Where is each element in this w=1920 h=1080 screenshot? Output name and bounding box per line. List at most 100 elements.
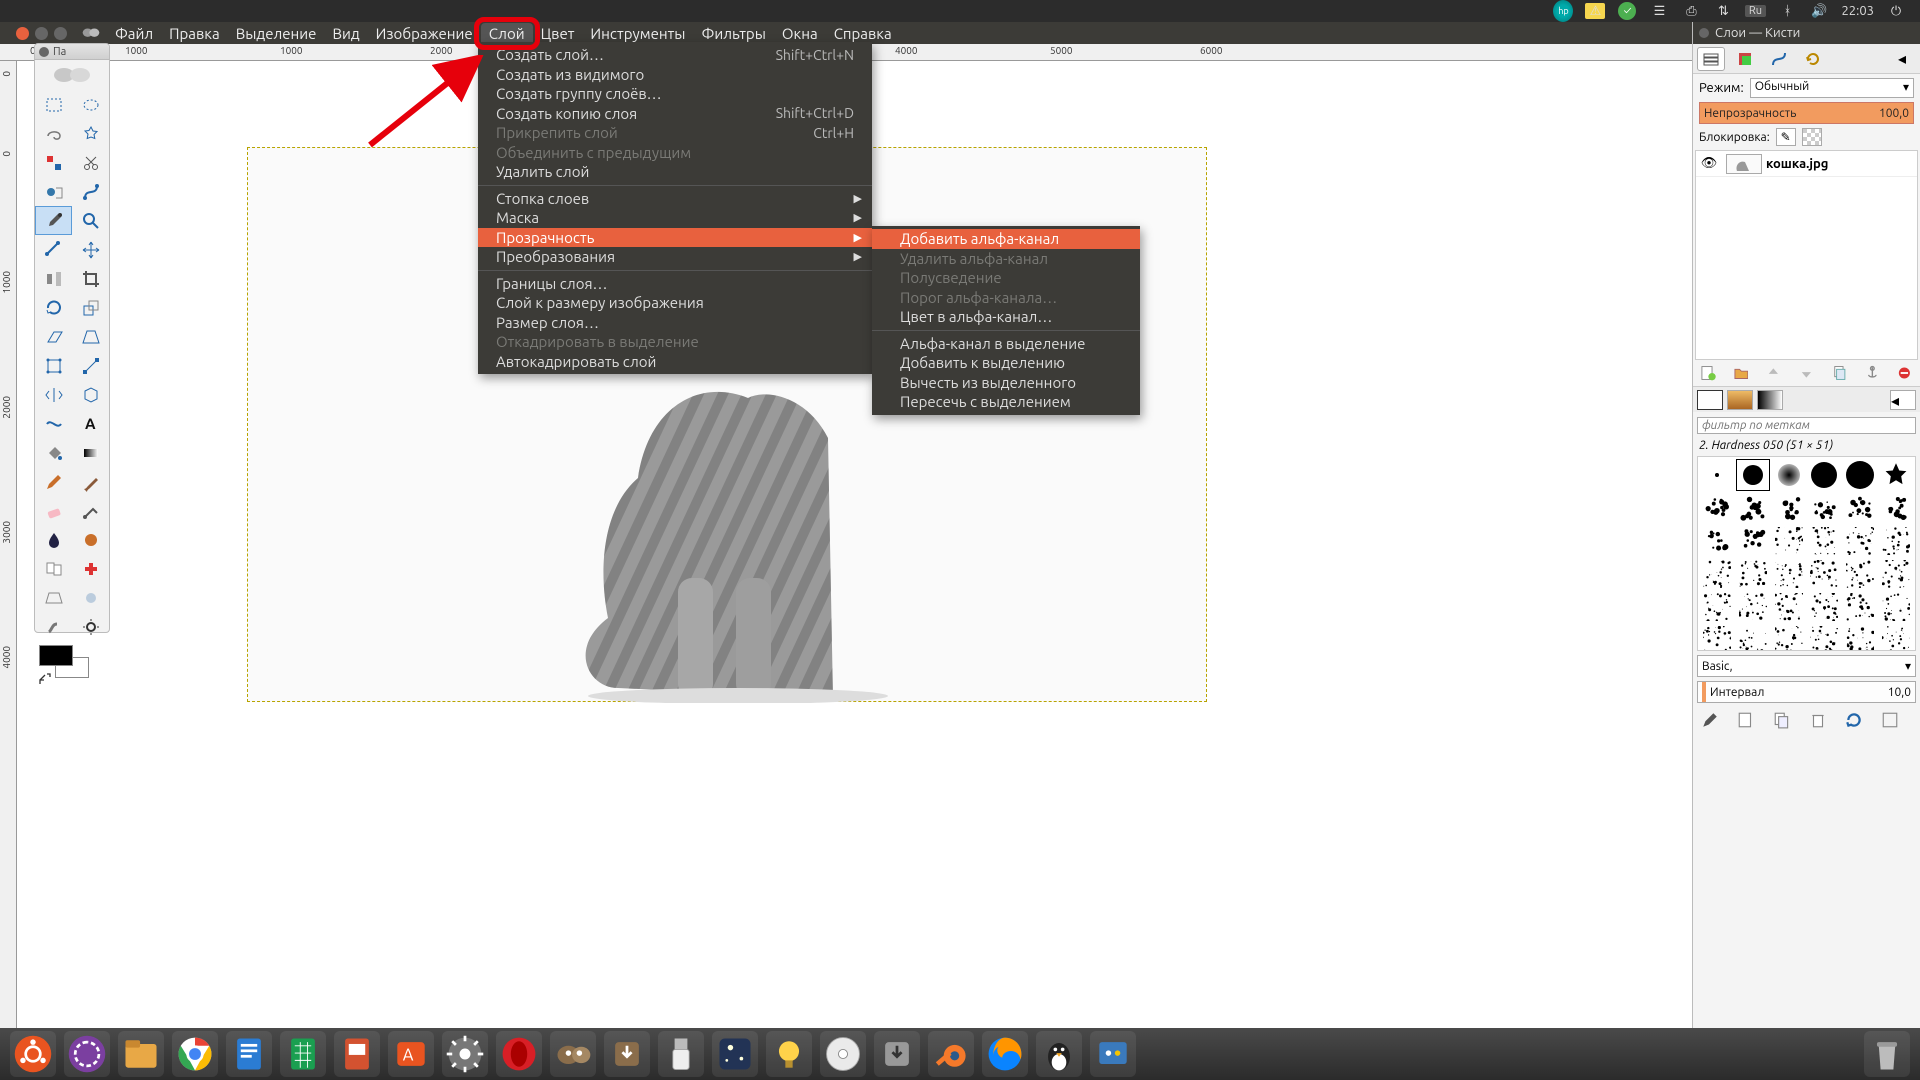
tool-eraser[interactable] xyxy=(35,496,72,525)
printer-icon[interactable]: ⎙ xyxy=(1681,3,1701,19)
tool-pencil[interactable] xyxy=(35,467,72,496)
brush-preset[interactable] xyxy=(1878,624,1913,651)
menu-item[interactable]: Создать группу слоёв… xyxy=(478,84,872,104)
tab-layers[interactable] xyxy=(1697,47,1725,71)
tool-align[interactable] xyxy=(35,264,72,293)
menu-item[interactable]: Удалить слой xyxy=(478,162,872,182)
edit-brush-icon[interactable] xyxy=(1701,711,1719,729)
tool-crop[interactable] xyxy=(72,264,109,293)
brush-preset[interactable] xyxy=(1700,459,1735,491)
menu-select[interactable]: Выделение xyxy=(228,23,325,44)
tool-foreground-select[interactable] xyxy=(35,177,72,206)
tool-mypaint[interactable] xyxy=(72,525,109,554)
brush-preset[interactable] xyxy=(1807,591,1842,623)
tab-channels[interactable] xyxy=(1731,47,1759,71)
menu-item[interactable]: Автокадрировать слой xyxy=(478,352,872,372)
brush-preset[interactable] xyxy=(1736,591,1771,623)
tool-perspective-clone[interactable] xyxy=(35,583,72,612)
tool-fuzzy-select[interactable] xyxy=(72,119,109,148)
toolbox-grip-icon[interactable] xyxy=(35,60,109,90)
menu-view[interactable]: Вид xyxy=(324,23,367,44)
open-as-image-icon[interactable] xyxy=(1881,711,1899,729)
toolbox-close-icon[interactable] xyxy=(39,47,49,57)
menu-image[interactable]: Изображение xyxy=(368,23,481,44)
tool-paintbrush[interactable] xyxy=(72,467,109,496)
menu-item[interactable]: Создать слой…Shift+Ctrl+N xyxy=(478,45,872,65)
tool-heal[interactable] xyxy=(72,554,109,583)
brush-preset[interactable] xyxy=(1878,492,1913,524)
tool-scissors[interactable] xyxy=(72,148,109,177)
layer-thumbnail[interactable] xyxy=(1726,154,1762,174)
delete-layer-icon[interactable] xyxy=(1897,364,1912,382)
tool-blur[interactable] xyxy=(72,583,109,612)
submenu-item[interactable]: Цвет в альфа-канал… xyxy=(872,307,1140,327)
submenu-item[interactable]: Добавить к выделению xyxy=(872,353,1140,373)
tool-scale[interactable] xyxy=(72,293,109,322)
dock-software-icon[interactable]: A xyxy=(388,1031,434,1077)
submenu-item[interactable]: Пересечь с выделением xyxy=(872,392,1140,412)
menu-item[interactable]: Слой к размеру изображения xyxy=(478,293,872,313)
brush-preset[interactable] xyxy=(1771,624,1806,651)
tool-text[interactable]: A xyxy=(72,409,109,438)
tool-color-picker[interactable] xyxy=(35,206,72,235)
brush-preset[interactable] xyxy=(1843,492,1878,524)
menu-item[interactable]: Создать копию слояShift+Ctrl+D xyxy=(478,104,872,124)
brush-preset[interactable] xyxy=(1700,492,1735,524)
tool-rotate[interactable] xyxy=(35,293,72,322)
tool-gradient[interactable] xyxy=(72,438,109,467)
menu-filters[interactable]: Фильтры xyxy=(693,23,773,44)
visibility-icon[interactable]: 👁 xyxy=(1696,156,1722,171)
brush-preset[interactable] xyxy=(1807,624,1842,651)
dock-titlebar[interactable]: Слои — Кисти xyxy=(1693,22,1920,44)
brush-preset-select[interactable]: Basic,▾ xyxy=(1697,655,1916,677)
dock-paint-icon[interactable] xyxy=(1090,1031,1136,1077)
dock-bulb-icon[interactable] xyxy=(766,1031,812,1077)
brush-preset[interactable] xyxy=(1700,591,1735,623)
dock-sheets-icon[interactable] xyxy=(280,1031,326,1077)
brush-preset[interactable] xyxy=(1843,459,1878,491)
menu-edit[interactable]: Правка xyxy=(161,23,228,44)
dock-files-icon[interactable] xyxy=(118,1031,164,1077)
brush-preset[interactable] xyxy=(1700,558,1735,590)
duplicate-brush-icon[interactable] xyxy=(1773,711,1791,729)
dock-activity-icon[interactable] xyxy=(64,1031,110,1077)
brush-preset[interactable] xyxy=(1807,558,1842,590)
clock[interactable]: 22:03 xyxy=(1841,4,1874,18)
lock-pixels-icon[interactable]: ✎ xyxy=(1776,128,1796,146)
menu-item[interactable]: Размер слоя… xyxy=(478,313,872,333)
tab-paths[interactable] xyxy=(1765,47,1793,71)
menu-item[interactable]: Стопка слоев▶ xyxy=(478,189,872,209)
tool-perspective[interactable] xyxy=(72,322,109,351)
tool-bucket-fill[interactable] xyxy=(35,438,72,467)
power-icon[interactable]: ⏻ xyxy=(1886,3,1906,19)
tool-paths[interactable] xyxy=(72,177,109,206)
anchor-layer-icon[interactable] xyxy=(1865,364,1880,382)
tool-rect-select[interactable] xyxy=(35,90,72,119)
menu-icon[interactable]: ☰ xyxy=(1649,3,1669,19)
window-minimize-button[interactable] xyxy=(35,27,48,40)
dock-impress-icon[interactable] xyxy=(334,1031,380,1077)
menu-colors[interactable]: Цвет xyxy=(533,23,583,44)
layer-name[interactable]: кошка.jpg xyxy=(1766,157,1828,171)
brush-preset[interactable] xyxy=(1771,492,1806,524)
menu-item[interactable]: Границы слоя… xyxy=(478,274,872,294)
brush-preset[interactable] xyxy=(1807,525,1842,557)
menu-item[interactable]: Преобразования▶ xyxy=(478,247,872,267)
menu-item[interactable]: Маска▶ xyxy=(478,208,872,228)
brush-tab-menu-icon[interactable]: ◂ xyxy=(1890,390,1916,410)
window-close-button[interactable] xyxy=(16,27,29,40)
canvas-area[interactable] xyxy=(17,61,1920,1040)
dock-disc-icon[interactable] xyxy=(820,1031,866,1077)
brush-preset[interactable] xyxy=(1736,624,1771,651)
volume-icon[interactable]: 🔊 xyxy=(1809,3,1829,19)
dock-close-icon[interactable] xyxy=(1699,28,1709,38)
brush-preset[interactable] xyxy=(1878,558,1913,590)
brush-preset[interactable] xyxy=(1843,624,1878,651)
new-brush-icon[interactable] xyxy=(1737,711,1755,729)
dock-downloads-icon[interactable] xyxy=(604,1031,650,1077)
tool-ellipse-select[interactable] xyxy=(72,90,109,119)
toolbox-titlebar[interactable]: Па xyxy=(35,44,109,60)
dock-gimp-icon[interactable] xyxy=(550,1031,596,1077)
dock-ubuntu-icon[interactable] xyxy=(10,1031,56,1077)
tool-color-select[interactable] xyxy=(35,148,72,177)
